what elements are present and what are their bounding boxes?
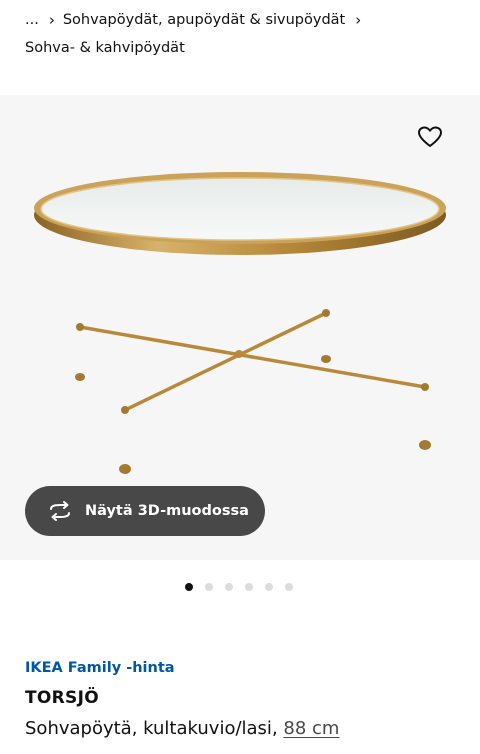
breadcrumb: ... › Sohvapöydät, apupöydät & sivupöydä… (25, 9, 470, 59)
rotate-3d-icon (50, 501, 70, 521)
product-image-gallery[interactable]: Näytä 3D-muodossa (0, 95, 480, 560)
gallery-dot[interactable] (285, 583, 293, 591)
chevron-right-icon: › (48, 11, 55, 29)
favorite-button[interactable] (416, 123, 444, 151)
gallery-dot[interactable] (205, 583, 213, 591)
family-price-label: IKEA Family -hinta (25, 660, 175, 676)
gallery-dot[interactable] (265, 583, 273, 591)
gallery-dot[interactable] (185, 583, 193, 591)
breadcrumb-ellipsis[interactable]: ... (25, 9, 39, 31)
gallery-dot[interactable] (225, 583, 233, 591)
product-name: TORSJÖ (25, 688, 99, 708)
gallery-dot[interactable] (245, 583, 253, 591)
product-description: Sohvapöytä, kultakuvio/lasi, 88 cm (25, 718, 339, 739)
product-description-text: Sohvapöytä, kultakuvio/lasi, (25, 718, 284, 739)
breadcrumb-link-coffee-tables[interactable]: Sohva- & kahvipöydät (25, 37, 470, 59)
gallery-pagination (185, 583, 293, 591)
breadcrumb-link-side-tables[interactable]: Sohvapöydät, apupöydät & sivupöydät (63, 9, 345, 31)
heart-icon (418, 126, 442, 147)
view-3d-label: Näytä 3D-muodossa (85, 503, 249, 519)
chevron-right-icon: › (355, 11, 362, 29)
view-3d-button[interactable]: Näytä 3D-muodossa (25, 486, 265, 536)
size-link[interactable]: 88 cm (283, 718, 339, 739)
